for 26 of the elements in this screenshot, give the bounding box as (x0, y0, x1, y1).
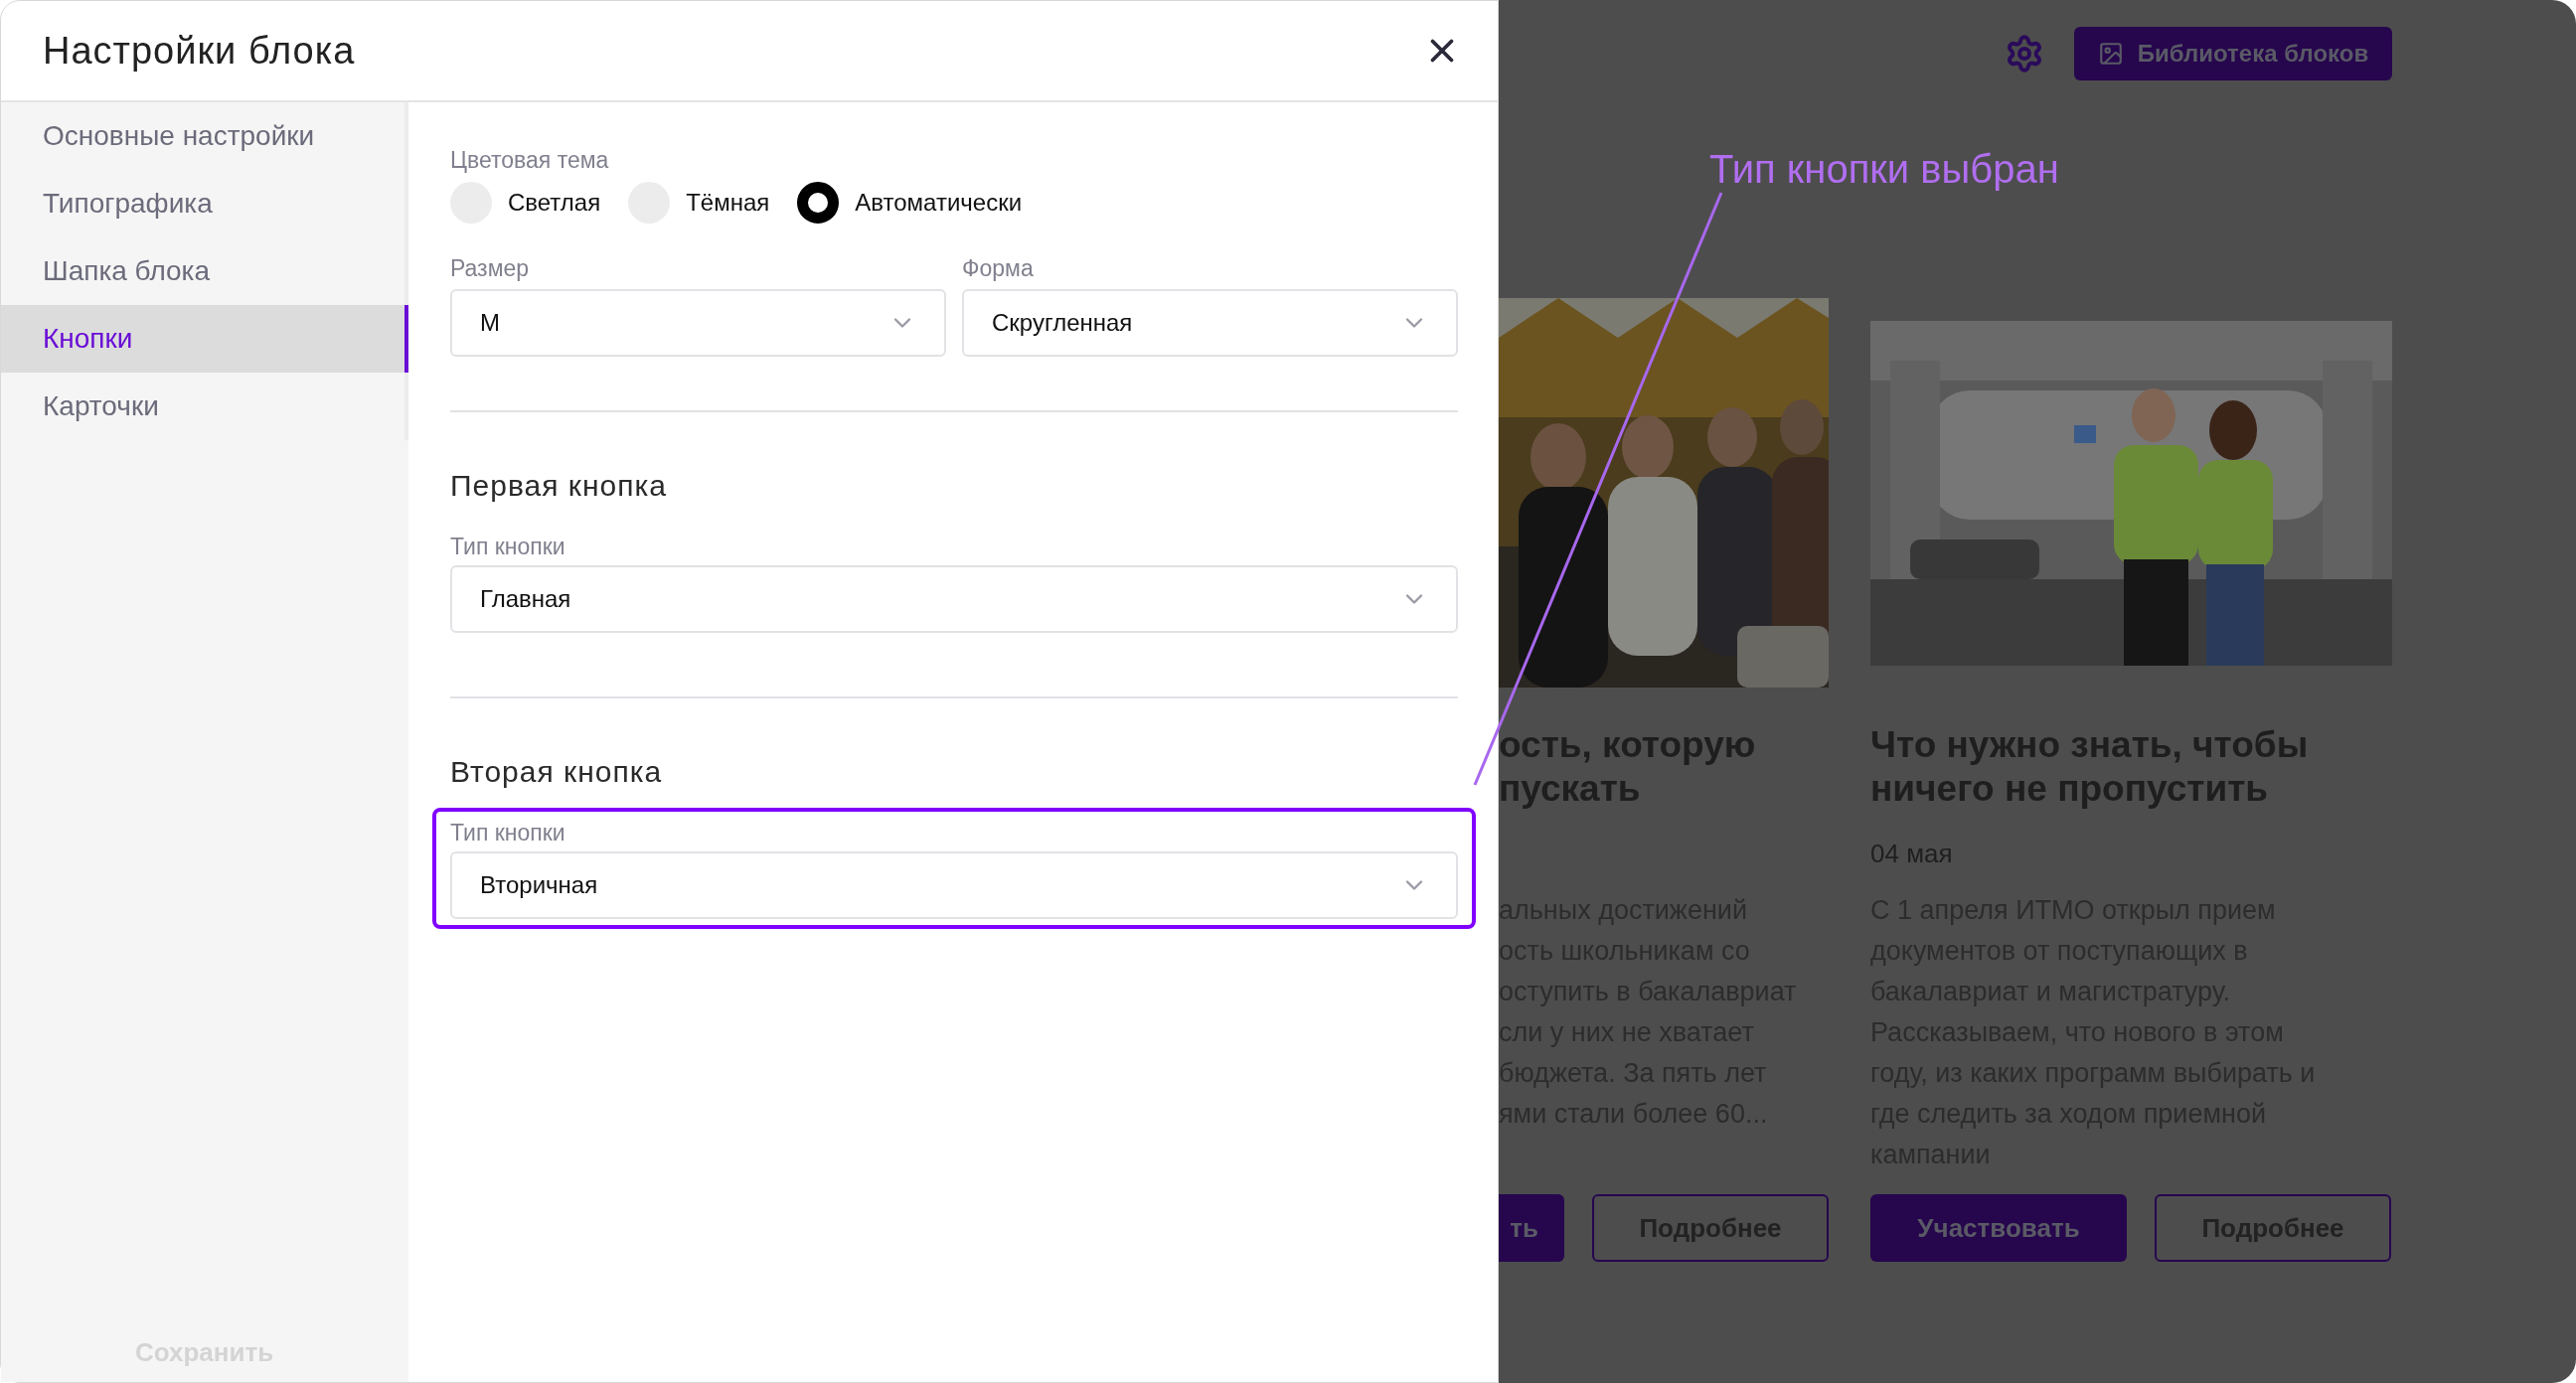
dropdown[interactable]: Скругленная (962, 289, 1458, 357)
annotation-text: Тип кнопки выбран (1709, 146, 2059, 193)
primary-button[interactable]: Участвовать (1870, 1194, 2127, 1262)
primary-button[interactable]: ть (1499, 1194, 1564, 1262)
image-icon (2097, 41, 2124, 67)
radio-label: Тёмная (686, 188, 770, 218)
settings-icon[interactable] (2005, 34, 2044, 74)
library-button[interactable]: Библиотека блоков (2074, 27, 2392, 80)
field-label: Размер (450, 254, 531, 283)
radio-label: Светлая (508, 188, 601, 218)
panel-title: Настройки блока (43, 28, 356, 74)
dropdown[interactable]: Вторичная (450, 851, 1458, 919)
section-title: Вторая кнопка (450, 754, 664, 790)
radio-label: Автоматически (855, 188, 1023, 218)
sidebar-item[interactable]: Типографика (1, 170, 408, 237)
field-label: Цветовая тема (450, 146, 610, 175)
radio-button[interactable] (797, 182, 840, 224)
field-label: Форма (962, 254, 1035, 283)
sidebar-item[interactable]: Кнопки (1, 305, 408, 373)
sidebar-item[interactable]: Карточки (1, 373, 408, 440)
dropdown[interactable]: М (450, 289, 946, 357)
dropdown[interactable]: Главная (450, 565, 1458, 633)
sidebar-item[interactable]: Основные настройки (1, 102, 408, 170)
section-title: Первая кнопка (450, 468, 668, 504)
field-label: Тип кнопки (450, 533, 566, 561)
field-label: Тип кнопки (450, 819, 566, 847)
